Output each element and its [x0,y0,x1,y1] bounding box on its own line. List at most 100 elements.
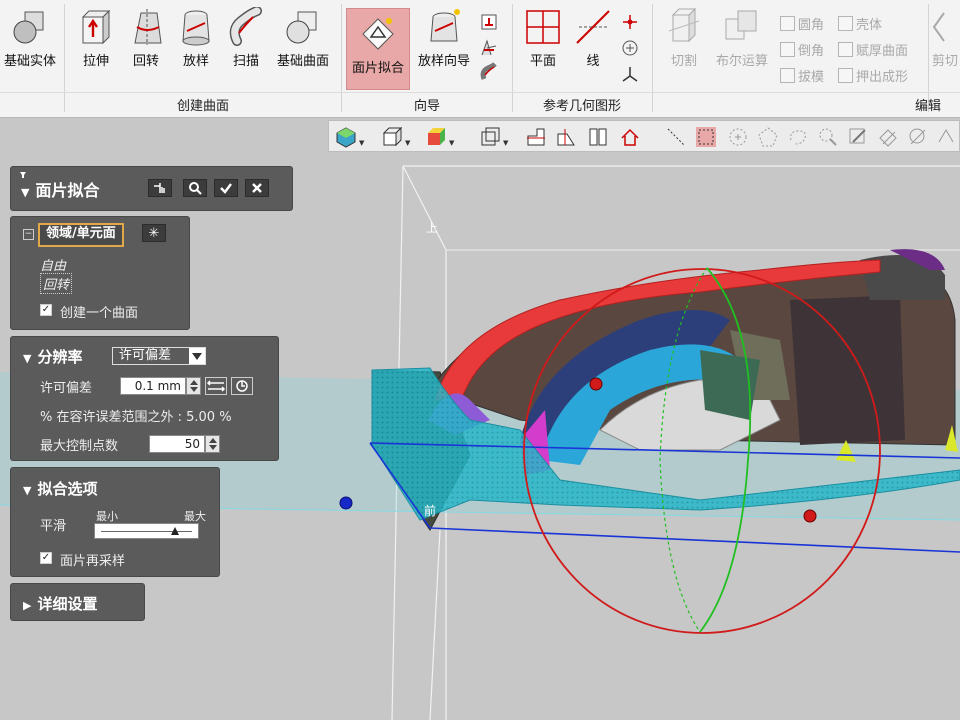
thicken-surface-tool[interactable]: 赋厚曲面 [838,40,908,59]
draft-tool[interactable]: 拔模 [780,66,824,85]
smooth-max-label: 最大 [184,510,206,523]
extrude-icon [76,6,116,48]
coord-system-icon[interactable] [620,38,640,58]
resolution-mode-dropdown[interactable]: 许可偏差 [112,347,206,365]
tool-trim[interactable]: 剪切 [930,6,960,69]
basic-solid-icon [10,6,50,48]
chamfer-tool[interactable]: 倒角 [780,40,824,59]
tool-plane[interactable]: 平面 [518,6,568,69]
hand-pointer-icon [154,183,165,193]
resolution-title[interactable]: ▼ 分辨率 [23,346,82,367]
clip-view-icon[interactable] [555,126,577,148]
mesh-fit-panel-header: ▼ 面片拟合 [10,166,293,211]
max-points-input[interactable]: 50 [149,435,205,453]
tool-mesh-fit[interactable]: 面片拟合 [346,8,410,90]
section-view-icon[interactable] [525,126,547,148]
region-select-field[interactable]: 领域/单元面 [38,223,124,247]
fit-options-panel: ▼ 拟合选项 平滑 最小 最大 ✓ 面片再采样 [10,467,220,577]
view-label-top: 上 [426,221,439,235]
draft-icon [780,68,795,83]
mode-free-option[interactable]: 自由 [40,255,66,274]
fit-options-title[interactable]: ▼ 拟合选项 [23,478,97,499]
tool-loft-wizard[interactable]: 放样向导 [412,6,476,69]
tolerance-spinner[interactable] [186,377,201,395]
filter-button[interactable]: ✳ [142,224,166,242]
tool-sweep[interactable]: 扫描 [224,6,268,69]
refresh-button[interactable] [231,377,253,395]
close-icon [252,183,262,193]
surface-mini-icon[interactable] [479,38,499,58]
sketch-mini-icon[interactable] [479,12,499,32]
create-one-surface-checkbox[interactable]: ✓ [40,304,52,316]
split-view-icon[interactable] [587,126,609,148]
smooth-slider[interactable] [94,523,199,539]
ok-button[interactable] [214,179,238,197]
tolerance-input[interactable]: 0.1 mm [120,377,186,395]
trim-icon [930,6,960,48]
collapse-triangle-icon[interactable]: ▼ [23,352,31,365]
tool-boolean[interactable]: 布尔运算 [710,6,774,69]
display-caret[interactable]: ▼ [405,139,410,147]
render-mode-icon[interactable] [335,126,357,148]
distance-button[interactable] [205,377,227,395]
shell-tool[interactable]: 壳体 [838,14,882,33]
check-icon [220,183,232,194]
boolean-icon [722,6,762,48]
group-divider [0,92,960,93]
axis-icon[interactable] [620,64,640,84]
tool-cut[interactable]: 切割 [658,6,710,69]
minus-toggle[interactable]: − [23,229,34,240]
tool-line[interactable]: 线 [570,6,616,69]
collapse-triangle-icon[interactable]: ▼ [23,484,31,497]
tolerance-label: 许可偏差 [40,381,93,396]
view-cube-caret[interactable]: ▼ [503,139,508,147]
extend-select-icon[interactable] [877,126,899,148]
wireframe-box-icon[interactable] [381,126,403,148]
rect-select-icon[interactable] [695,126,717,148]
polygon-select-icon[interactable] [757,126,779,148]
tool-label: 拉伸 [82,54,109,69]
circle-select-icon[interactable] [727,126,749,148]
tool-extrude[interactable]: 拉伸 [72,6,120,69]
detail-settings-title[interactable]: ▶ 详细设置 [23,593,97,614]
smooth-label: 平滑 [40,519,67,534]
sweep-mini-icon[interactable] [479,62,499,82]
view-toolbar: ▼ ▼ ▼ ▼ [328,120,960,152]
mode-revolve-option[interactable]: 回转 [40,273,73,294]
home-view-icon[interactable] [619,126,641,148]
panel-title[interactable]: ▼ 面片拟合 [21,177,99,201]
tool-loft[interactable]: 放样 [174,6,218,69]
collapse-triangle-icon[interactable]: ▼ [21,186,29,199]
more-select-icon[interactable] [935,126,957,148]
brush-select-icon[interactable] [817,126,839,148]
emboss-tool[interactable]: 押出成形 [838,66,908,85]
panel-title-text: 面片拟合 [35,181,100,200]
basic-surface-icon [283,6,323,48]
expand-triangle-icon[interactable]: ▶ [23,599,31,612]
tool-basic-solid[interactable]: 基础实体 [0,6,60,69]
measure-arrows-icon [206,380,226,392]
fillet-tool[interactable]: 圆角 [780,14,824,33]
paint-select-icon[interactable] [847,126,869,148]
region-select-icon[interactable] [907,126,929,148]
max-points-spinner[interactable] [205,435,220,453]
color-caret[interactable]: ▼ [449,139,454,147]
tool-revolve[interactable]: 回转 [124,6,168,69]
zoom-button[interactable] [183,179,207,197]
freeform-select-icon[interactable] [787,126,809,148]
detail-settings-panel[interactable]: ▶ 详细设置 [10,583,145,621]
slider-thumb[interactable] [171,527,180,535]
cancel-button[interactable] [245,179,269,197]
tool-label: 回转 [132,54,159,69]
tool-basic-surface[interactable]: 基础曲面 [272,6,334,69]
render-mode-caret[interactable]: ▼ [359,139,364,147]
color-box-icon[interactable] [425,126,447,148]
tool-label: 放样向导 [417,54,470,69]
select-line-icon[interactable] [665,126,687,148]
point-icon[interactable] [620,12,640,32]
view-cube-icon[interactable] [479,126,501,148]
chevron-down-icon [189,348,205,364]
preview-button[interactable] [148,179,172,197]
resample-checkbox[interactable]: ✓ [40,552,52,564]
tool-label: 基础实体 [3,54,56,69]
